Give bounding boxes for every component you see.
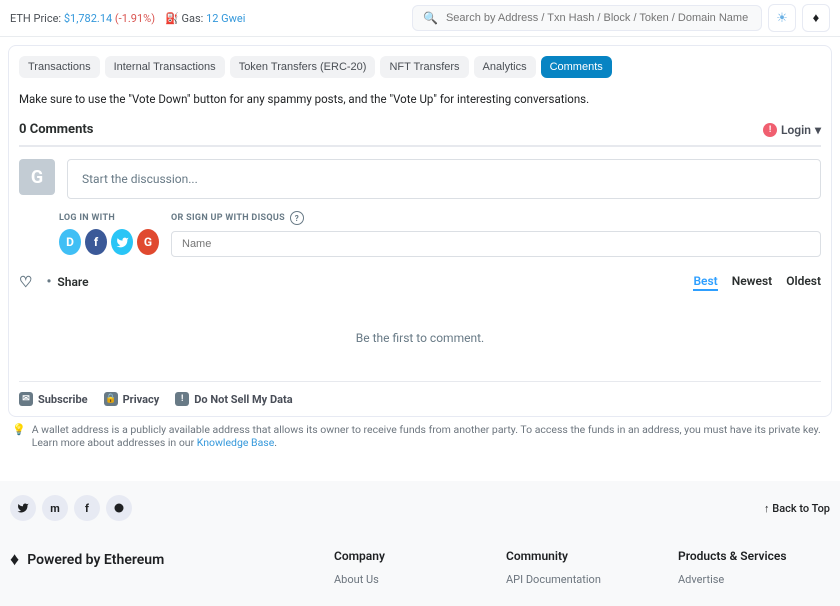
medium-link[interactable]: m — [42, 495, 68, 521]
info-note: 💡 A wallet address is a publicly availab… — [8, 417, 832, 449]
header-stats: ETH Price: $1,782.14 (-1.91%) ⛽ Gas: 12 … — [10, 12, 245, 25]
footer-company: Company About Us — [334, 549, 486, 592]
do-not-sell-button[interactable]: !Do Not Sell My Data — [175, 392, 292, 406]
signup-label: OR SIGN UP WITH DISQUS ? — [171, 211, 821, 225]
login-button[interactable]: ! Login ▾ — [763, 123, 821, 137]
tab-comments[interactable]: Comments — [541, 56, 612, 78]
tab-analytics[interactable]: Analytics — [474, 56, 536, 78]
gas-link[interactable]: 12 Gwei — [206, 12, 245, 25]
page-footer: m f ↑ Back to Top ♦Powered by Ethereum C… — [0, 481, 840, 606]
back-to-top[interactable]: ↑ Back to Top — [764, 502, 830, 515]
lock-icon: 🔒 — [104, 392, 118, 406]
login-label: Login — [781, 123, 811, 137]
tab-transactions[interactable]: Transactions — [19, 56, 100, 78]
eth-button[interactable]: ♦ — [802, 4, 830, 32]
footer-community: Community API Documentation — [506, 549, 658, 592]
top-header: ETH Price: $1,782.14 (-1.91%) ⛽ Gas: 12 … — [0, 0, 840, 37]
main-content: Transactions Internal Transactions Token… — [0, 37, 840, 457]
arrow-up-icon: ↑ — [764, 502, 770, 515]
facebook-link[interactable]: f — [74, 495, 100, 521]
tab-internal-transactions[interactable]: Internal Transactions — [105, 56, 225, 78]
sort-oldest[interactable]: Oldest — [786, 274, 821, 291]
empty-state: Be the first to comment. — [19, 291, 821, 375]
twitter-login[interactable] — [111, 229, 133, 255]
tab-nft-transfers[interactable]: NFT Transfers — [380, 56, 468, 78]
favorite-button[interactable]: ♡ — [19, 273, 32, 291]
header-right: 🔍 ☀ ♦ — [412, 4, 830, 32]
alert-icon: ! — [763, 123, 777, 137]
social-logins: D f G — [59, 229, 159, 255]
card: Transactions Internal Transactions Token… — [8, 45, 832, 417]
chevron-down-icon: ▾ — [815, 123, 821, 137]
comments-header: 0 Comments ! Login ▾ — [19, 122, 821, 147]
facebook-login[interactable]: f — [85, 229, 107, 255]
eth-price-label: ETH Price: — [10, 12, 61, 25]
knowledge-base-link[interactable]: Knowledge Base — [197, 436, 275, 449]
sort-newest[interactable]: Newest — [732, 274, 772, 291]
about-us-link[interactable]: About Us — [334, 573, 486, 586]
subscribe-button[interactable]: ✉Subscribe — [19, 392, 88, 406]
name-input[interactable] — [171, 231, 821, 257]
footer-top: m f ↑ Back to Top — [10, 495, 830, 521]
sort-best[interactable]: Best — [693, 274, 717, 291]
alert-square-icon: ! — [175, 392, 189, 406]
search-box[interactable]: 🔍 — [412, 5, 762, 31]
login-with-label: LOG IN WITH — [59, 213, 159, 223]
footer-products: Products & Services Advertise — [678, 549, 830, 592]
advertise-link[interactable]: Advertise — [678, 573, 830, 586]
footer-brand: ♦Powered by Ethereum — [10, 549, 314, 592]
footer-social: m f — [10, 495, 132, 521]
community-heading: Community — [506, 549, 658, 563]
note-text: A wallet address is a publicly available… — [32, 423, 828, 449]
comments-count: 0 Comments — [19, 122, 93, 137]
sort-options: Best Newest Oldest — [693, 274, 821, 291]
privacy-button[interactable]: 🔒Privacy — [104, 392, 160, 406]
comment-compose-row: G Start the discussion... — [19, 159, 821, 199]
products-heading: Products & Services — [678, 549, 830, 563]
gas-label: Gas: — [182, 12, 204, 25]
bullet-icon: • — [46, 274, 51, 290]
disqus-login[interactable]: D — [59, 229, 81, 255]
comment-textarea[interactable]: Start the discussion... — [67, 159, 821, 199]
avatar: G — [19, 159, 55, 195]
action-left: ♡ • Share — [19, 273, 89, 291]
share-button[interactable]: Share — [57, 275, 88, 289]
login-signup-row: LOG IN WITH D f G OR SIGN UP WITH DISQUS… — [59, 211, 821, 257]
subscribe-icon: ✉ — [19, 392, 33, 406]
theme-button[interactable]: ☀ — [768, 4, 796, 32]
eth-price-link[interactable]: $1,782.14 — [64, 12, 112, 25]
help-icon[interactable]: ? — [290, 211, 304, 225]
search-icon: 🔍 — [423, 11, 438, 25]
gas-icon: ⛽ — [165, 12, 179, 25]
eth-price: ETH Price: $1,782.14 (-1.91%) — [10, 12, 155, 25]
tab-token-transfers[interactable]: Token Transfers (ERC-20) — [230, 56, 376, 78]
action-bar: ♡ • Share Best Newest Oldest — [19, 273, 821, 291]
lightbulb-icon: 💡 — [12, 423, 26, 449]
tab-bar: Transactions Internal Transactions Token… — [19, 56, 821, 78]
footer-columns: ♦Powered by Ethereum Company About Us Co… — [10, 549, 830, 592]
comments-footer: ✉Subscribe 🔒Privacy !Do Not Sell My Data — [19, 381, 821, 406]
eth-price-change: (-1.91%) — [115, 12, 155, 25]
sun-icon: ☀ — [776, 11, 788, 26]
reddit-link[interactable] — [106, 495, 132, 521]
company-heading: Company — [334, 549, 486, 563]
instruction-message: Make sure to use the "Vote Down" button … — [19, 92, 821, 106]
google-login[interactable]: G — [137, 229, 159, 255]
api-docs-link[interactable]: API Documentation — [506, 573, 658, 586]
ethereum-icon: ♦ — [813, 10, 820, 26]
twitter-link[interactable] — [10, 495, 36, 521]
gas-stat: ⛽ Gas: 12 Gwei — [165, 12, 245, 25]
search-input[interactable] — [446, 12, 751, 24]
